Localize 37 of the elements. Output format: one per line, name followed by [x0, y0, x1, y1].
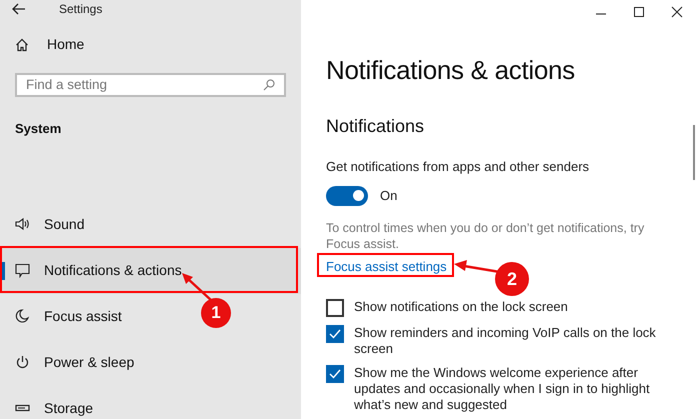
checkbox-label: Show me the Windows welcome experience after updates and occasionally when I sign in to highlight what’s new and suggested [354, 365, 651, 413]
nav-item[interactable]: Focus assist [44, 306, 122, 328]
step-marker: 2 [495, 262, 529, 296]
close-icon[interactable] [671, 6, 683, 18]
home-item[interactable]: Home [0, 34, 301, 55]
setting-label: Get notifications from apps and other senders [326, 158, 590, 176]
checkbox[interactable] [326, 325, 344, 343]
nav-item[interactable]: Sound [44, 214, 84, 236]
search-input[interactable]: Find a setting [26, 75, 263, 96]
scrollbar-thumb[interactable] [693, 125, 695, 180]
speaker-icon [15, 217, 30, 232]
section-heading: Notifications [326, 115, 424, 138]
description-text: To control times when you do or don’t get notifications, try Focus assist. [326, 220, 646, 252]
check-icon [329, 329, 341, 339]
checkbox-label: Show notifications on the lock screen [354, 299, 568, 315]
speech-bubble-icon [15, 263, 30, 278]
checkbox[interactable] [326, 299, 344, 317]
power-icon [15, 355, 30, 370]
window-title: Settings [59, 1, 102, 18]
focus-assist-link[interactable]: Focus assist settings [326, 256, 447, 276]
toggle-label: On [380, 186, 398, 205]
page-title: Notifications & actions [326, 54, 575, 87]
checkbox[interactable] [326, 365, 344, 383]
search-field[interactable]: Find a setting [15, 73, 286, 98]
toggle-switch[interactable] [326, 186, 368, 206]
home-icon [15, 38, 29, 52]
nav-item[interactable]: Storage [44, 398, 94, 419]
nav-item[interactable]: Power & sleep [44, 352, 134, 374]
maximize-icon[interactable] [633, 6, 645, 18]
arrow [454, 259, 500, 275]
back-icon[interactable] [12, 3, 26, 15]
check-icon [329, 369, 341, 379]
checkbox-label: Show reminders and incoming VoIP calls on the lock screen [354, 325, 657, 357]
arrow [180, 272, 214, 302]
search-icon [263, 79, 275, 92]
section-heading: System [15, 120, 62, 138]
moon-icon [15, 309, 30, 324]
